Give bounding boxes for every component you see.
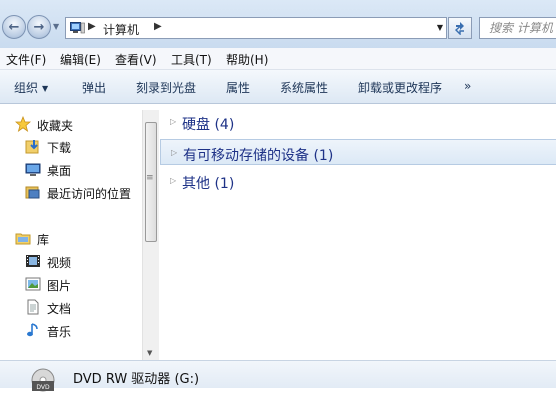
menu-tools[interactable]: 工具(T) [171, 51, 212, 68]
address-toolbar: ← → ▼ ▶ 计算机 ▶ ▼ 搜索 计算机 [0, 0, 556, 48]
uninstall-program-button[interactable]: 卸载或更改程序 [358, 79, 442, 96]
more-commands-button[interactable]: » [464, 79, 471, 93]
group-label: 其他 (1) [182, 176, 235, 192]
menu-file[interactable]: 文件(F) [6, 51, 46, 68]
nav-item-music[interactable]: 音乐 [0, 320, 142, 340]
nav-item-pictures[interactable]: 图片 [0, 274, 142, 294]
nav-item-recent-places[interactable]: 最近访问的位置 [0, 182, 142, 202]
nav-favorites-label: 收藏夹 [37, 119, 74, 133]
nav-item-desktop[interactable]: 桌面 [0, 159, 142, 179]
forward-button[interactable]: → [27, 15, 51, 39]
library-icon [15, 233, 31, 245]
breadcrumb-separator[interactable]: ▶ [88, 21, 96, 32]
desktop-icon [25, 163, 41, 176]
recent-pages-dropdown[interactable]: ▼ [53, 22, 61, 32]
expand-triangle-icon[interactable]: ▷ [170, 176, 176, 185]
chevron-down-icon: ▼ [42, 84, 49, 93]
address-dropdown-icon[interactable]: ▼ [437, 23, 443, 32]
properties-button[interactable]: 属性 [226, 79, 250, 96]
menu-help[interactable]: 帮助(H) [226, 51, 268, 68]
search-input[interactable]: 搜索 计算机 [479, 17, 556, 39]
nav-pane-scrollbar[interactable]: ≡ ▼ [142, 110, 159, 360]
burn-to-disc-button[interactable]: 刻录到光盘 [136, 79, 196, 96]
details-pane: DVD DVD RW 驱动器 (G:) [0, 360, 556, 392]
nav-item-label: 音乐 [47, 325, 72, 339]
refresh-button[interactable] [448, 17, 472, 39]
group-other[interactable]: ▷ 其他 (1) [160, 168, 556, 194]
nav-item-videos[interactable]: 视频 [0, 251, 142, 271]
breadcrumb-computer[interactable]: 计算机 [103, 21, 139, 38]
command-bar: 组织 ▼ 弹出 刻录到光盘 属性 系统属性 卸载或更改程序 » [0, 70, 556, 104]
group-removable-storage[interactable]: ▷ 有可移动存储的设备 (1) [160, 139, 556, 165]
eject-button[interactable]: 弹出 [82, 79, 106, 96]
scroll-down-icon[interactable]: ▼ [147, 349, 152, 357]
computer-icon [70, 22, 85, 34]
address-bar[interactable]: ▶ 计算机 ▶ ▼ [65, 17, 447, 39]
recent-places-icon [25, 186, 40, 199]
organize-label: 组织 [14, 81, 39, 95]
menu-edit[interactable]: 编辑(E) [60, 51, 101, 68]
downloads-folder-icon [25, 140, 39, 154]
nav-item-documents[interactable]: 文档 [0, 297, 142, 317]
pictures-icon [25, 277, 41, 291]
navigation-pane: 收藏夹 下载 桌面 最近访问的位置 库 视频 图片 文档 音乐 [0, 104, 160, 360]
documents-icon [27, 299, 39, 315]
nav-item-label: 文档 [47, 302, 72, 316]
nav-library-label: 库 [37, 233, 50, 247]
nav-library[interactable]: 库 [0, 228, 142, 248]
nav-item-label: 桌面 [47, 164, 72, 178]
selected-item-name: DVD RW 驱动器 (G:) [73, 372, 200, 387]
nav-item-label: 视频 [47, 256, 72, 270]
nav-item-label: 图片 [47, 279, 72, 293]
back-button[interactable]: ← [2, 15, 26, 39]
dvd-drive-icon: DVD [31, 368, 55, 392]
back-arrow-icon: ← [8, 19, 20, 35]
music-icon [27, 323, 38, 337]
content-pane: ▷ 硬盘 (4) ▷ 有可移动存储的设备 (1) ▷ 其他 (1) [160, 104, 556, 360]
group-hard-disks[interactable]: ▷ 硬盘 (4) [160, 109, 556, 135]
star-icon [15, 116, 31, 132]
nav-favorites[interactable]: 收藏夹 [0, 114, 142, 134]
videos-icon [26, 255, 40, 267]
expand-triangle-icon[interactable]: ▷ [170, 117, 176, 126]
menu-view[interactable]: 查看(V) [115, 51, 157, 68]
nav-item-label: 最近访问的位置 [47, 187, 132, 201]
system-properties-button[interactable]: 系统属性 [280, 79, 328, 96]
nav-item-label: 下载 [47, 141, 72, 155]
forward-arrow-icon: → [33, 19, 45, 35]
group-label: 有可移动存储的设备 (1) [183, 148, 334, 164]
grip-icon: ≡ [146, 173, 154, 183]
refresh-icon [454, 22, 464, 35]
menu-bar: 文件(F) 编辑(E) 查看(V) 工具(T) 帮助(H) [0, 48, 556, 70]
breadcrumb-separator[interactable]: ▶ [154, 21, 162, 32]
expand-triangle-icon[interactable]: ▷ [171, 148, 177, 157]
nav-item-downloads[interactable]: 下载 [0, 136, 142, 156]
organize-button[interactable]: 组织 ▼ [14, 79, 48, 96]
group-label: 硬盘 (4) [182, 117, 235, 133]
